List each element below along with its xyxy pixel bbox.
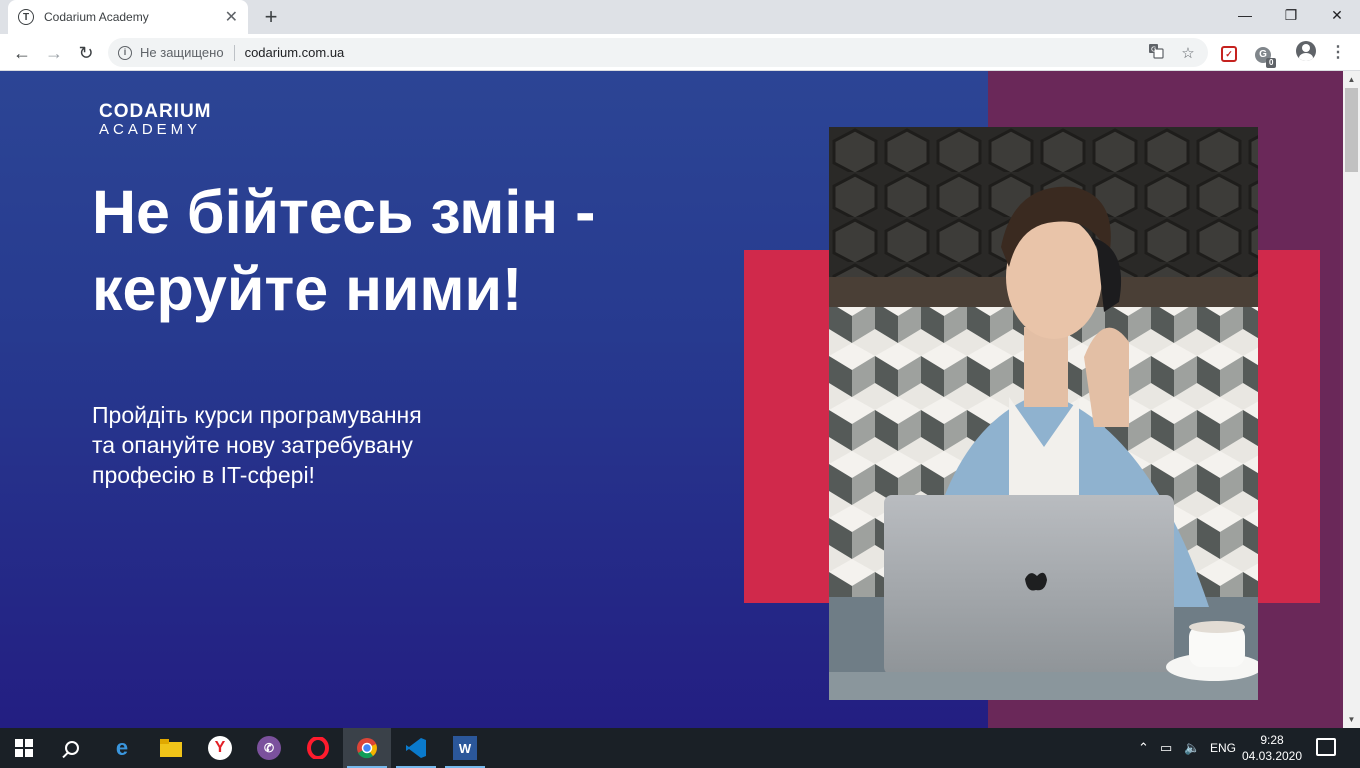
taskbar-search-button[interactable] <box>48 728 96 768</box>
scroll-thumb[interactable] <box>1345 88 1358 172</box>
logo-bottom-text: ACADEMY <box>99 121 202 138</box>
edge-icon: e <box>115 735 129 760</box>
viber-icon: ✆ <box>257 736 281 760</box>
tab-close-icon[interactable]: ✕ <box>225 7 238 27</box>
new-tab-button[interactable]: + <box>258 4 284 30</box>
logo-top-text: CODARIUM <box>99 101 212 122</box>
language-indicator[interactable]: ENG <box>1210 741 1236 755</box>
url-text[interactable]: codarium.com.ua <box>245 45 1144 60</box>
subtext-line-3: професію в IT-сфері! <box>92 462 315 488</box>
volume-icon[interactable]: 🔈 <box>1184 740 1200 756</box>
chrome-icon <box>355 736 379 760</box>
extension-badge: 0 <box>1266 58 1277 68</box>
svg-text:G: G <box>1151 45 1156 53</box>
notification-icon[interactable] <box>1316 738 1336 756</box>
headline-line-1: Не бійтесь змін - <box>92 178 596 246</box>
system-clock[interactable]: 9:28 04.03.2020 <box>1240 732 1304 764</box>
browser-tab-bar: T Codarium Academy ✕ + — ❐ ✕ <box>0 0 1360 34</box>
address-bar[interactable]: i Не защищено codarium.com.ua G ☆ <box>108 38 1208 67</box>
hero-headline: Не бійтесь змін - керуйте ними! <box>92 174 692 328</box>
translate-icon[interactable]: G <box>1144 43 1168 63</box>
opera-icon <box>306 736 330 760</box>
taskbar-yandex[interactable]: Y <box>196 728 244 768</box>
security-status[interactable]: Не защищено <box>140 45 224 60</box>
ghostery-icon[interactable]: G0 <box>1251 41 1277 68</box>
hero-subtext: Пройдіть курси програмування та опануйте… <box>92 400 512 490</box>
back-button[interactable]: ← <box>8 39 36 67</box>
window-close-button[interactable]: ✕ <box>1314 0 1360 30</box>
clock-date: 04.03.2020 <box>1241 749 1303 763</box>
address-separator <box>233 44 235 61</box>
favicon-icon: T <box>18 9 34 25</box>
tray-overflow-icon[interactable]: ⌃ <box>1138 740 1149 756</box>
scroll-down-icon[interactable]: ▼ <box>1343 711 1360 728</box>
pocket-icon[interactable]: ✓ <box>1217 41 1241 65</box>
taskbar-word[interactable]: W <box>441 728 489 768</box>
menu-icon[interactable]: ⋮ <box>1326 41 1350 65</box>
browser-toolbar: ← → ↻ i Не защищено codarium.com.ua G ☆ … <box>0 34 1360 71</box>
taskbar-viber[interactable]: ✆ <box>245 728 293 768</box>
taskbar-vscode[interactable] <box>392 728 440 768</box>
profile-icon[interactable] <box>1294 41 1318 65</box>
windows-taskbar: e Y ✆ W ⌃ ▭ 🔈 ENG 9:28 04.03.2020 <box>0 728 1360 768</box>
reload-button[interactable]: ↻ <box>72 39 100 67</box>
scroll-up-icon[interactable]: ▲ <box>1343 71 1360 88</box>
hero-photo <box>829 127 1258 700</box>
subtext-line-2: та опануйте нову затребувану <box>92 432 413 458</box>
forward-button[interactable]: → <box>40 39 68 67</box>
window-maximize-button[interactable]: ❐ <box>1268 0 1314 30</box>
network-icon[interactable]: ▭ <box>1160 740 1172 756</box>
subtext-line-1: Пройдіть курси програмування <box>92 402 422 428</box>
info-icon[interactable]: i <box>118 45 132 60</box>
headline-line-2: керуйте ними! <box>92 255 523 323</box>
clock-time: 9:28 <box>1260 733 1284 747</box>
star-icon[interactable]: ☆ <box>1176 44 1200 62</box>
folder-icon <box>159 736 183 760</box>
yandex-browser-icon: Y <box>208 736 232 760</box>
codarium-logo[interactable]: CODARIUM ACADEMY <box>99 102 212 138</box>
page-viewport: CODARIUM ACADEMY Не бійтесь змін - керуй… <box>0 71 1343 728</box>
windows-logo-icon <box>15 739 33 757</box>
start-button[interactable] <box>0 728 48 768</box>
tab-title: Codarium Academy <box>44 10 149 24</box>
window-minimize-button[interactable]: — <box>1222 0 1268 30</box>
page-scrollbar[interactable]: ▲ ▼ <box>1343 71 1360 728</box>
browser-tab[interactable]: T Codarium Academy ✕ <box>8 0 248 34</box>
word-icon: W <box>453 736 477 760</box>
vscode-icon <box>404 736 428 760</box>
taskbar-file-explorer[interactable] <box>147 728 195 768</box>
search-icon <box>65 741 79 755</box>
taskbar-edge[interactable]: e <box>98 728 146 768</box>
taskbar-opera[interactable] <box>294 728 342 768</box>
photo-illustration <box>829 127 1258 700</box>
taskbar-chrome[interactable] <box>343 728 391 768</box>
